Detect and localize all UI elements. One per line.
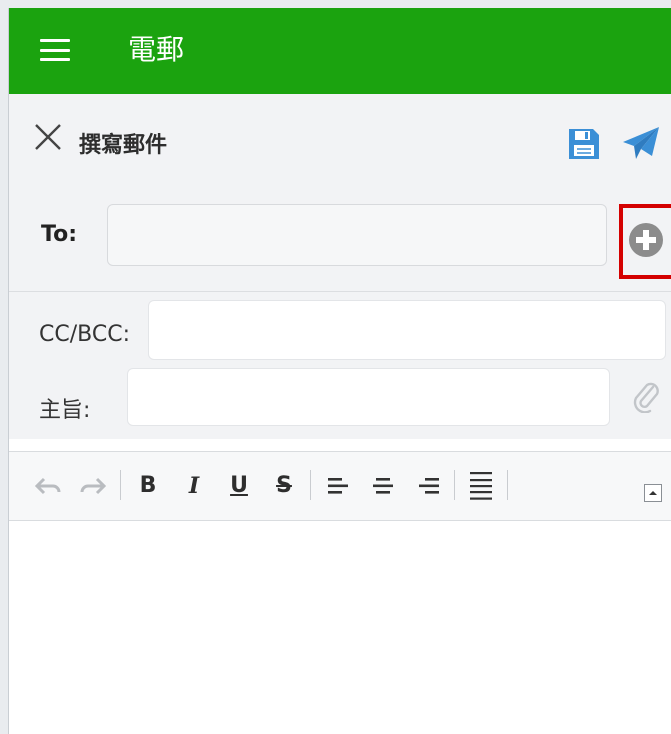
- undo-icon[interactable]: [34, 472, 62, 500]
- toolbar-separator: [120, 470, 121, 500]
- divider: [9, 291, 671, 292]
- to-label: To:: [41, 222, 77, 247]
- close-icon[interactable]: [33, 122, 63, 152]
- underline-label: U: [230, 473, 248, 498]
- cc-bcc-label: CC/BCC:: [39, 322, 130, 347]
- message-editor: B I U S: [9, 451, 671, 734]
- editor-toolbar: B I U S: [9, 452, 671, 521]
- collapse-toolbar-button[interactable]: [644, 484, 662, 502]
- to-field[interactable]: [107, 204, 607, 266]
- app-bar: 電郵: [9, 8, 671, 94]
- paper-plane-icon[interactable]: [621, 125, 661, 163]
- align-left-icon[interactable]: [325, 472, 351, 500]
- toolbar-separator: [454, 470, 455, 500]
- compose-panel: 撰寫郵件 To: CC/BCC: 主旨:: [9, 94, 671, 439]
- italic-button[interactable]: I: [181, 472, 207, 500]
- subject-label: 主旨:: [39, 398, 91, 423]
- redo-icon[interactable]: [79, 472, 107, 500]
- subject-field[interactable]: [127, 368, 610, 426]
- align-right-icon[interactable]: [416, 472, 442, 500]
- message-body[interactable]: [9, 521, 671, 734]
- strikethrough-label: S: [276, 473, 292, 498]
- underline-button[interactable]: U: [226, 472, 252, 500]
- compose-title: 撰寫郵件: [79, 133, 168, 158]
- app-frame: 電郵 撰寫郵件 To: CC/BCC: 主旨: B I U S: [8, 8, 671, 734]
- floppy-disk-icon[interactable]: [567, 127, 601, 161]
- bold-button[interactable]: B: [135, 472, 161, 500]
- italic-label: I: [188, 473, 200, 499]
- app-title: 電郵: [128, 33, 185, 66]
- align-center-icon[interactable]: [370, 472, 396, 500]
- justify-icon[interactable]: [467, 472, 495, 500]
- strikethrough-button[interactable]: S: [271, 472, 297, 500]
- hamburger-icon[interactable]: [40, 39, 70, 61]
- plus-circle-icon[interactable]: [628, 222, 664, 258]
- bold-label: B: [139, 473, 157, 498]
- paperclip-icon[interactable]: [631, 377, 661, 414]
- toolbar-separator: [507, 470, 508, 500]
- toolbar-separator: [310, 470, 311, 500]
- cc-bcc-field[interactable]: [148, 300, 666, 360]
